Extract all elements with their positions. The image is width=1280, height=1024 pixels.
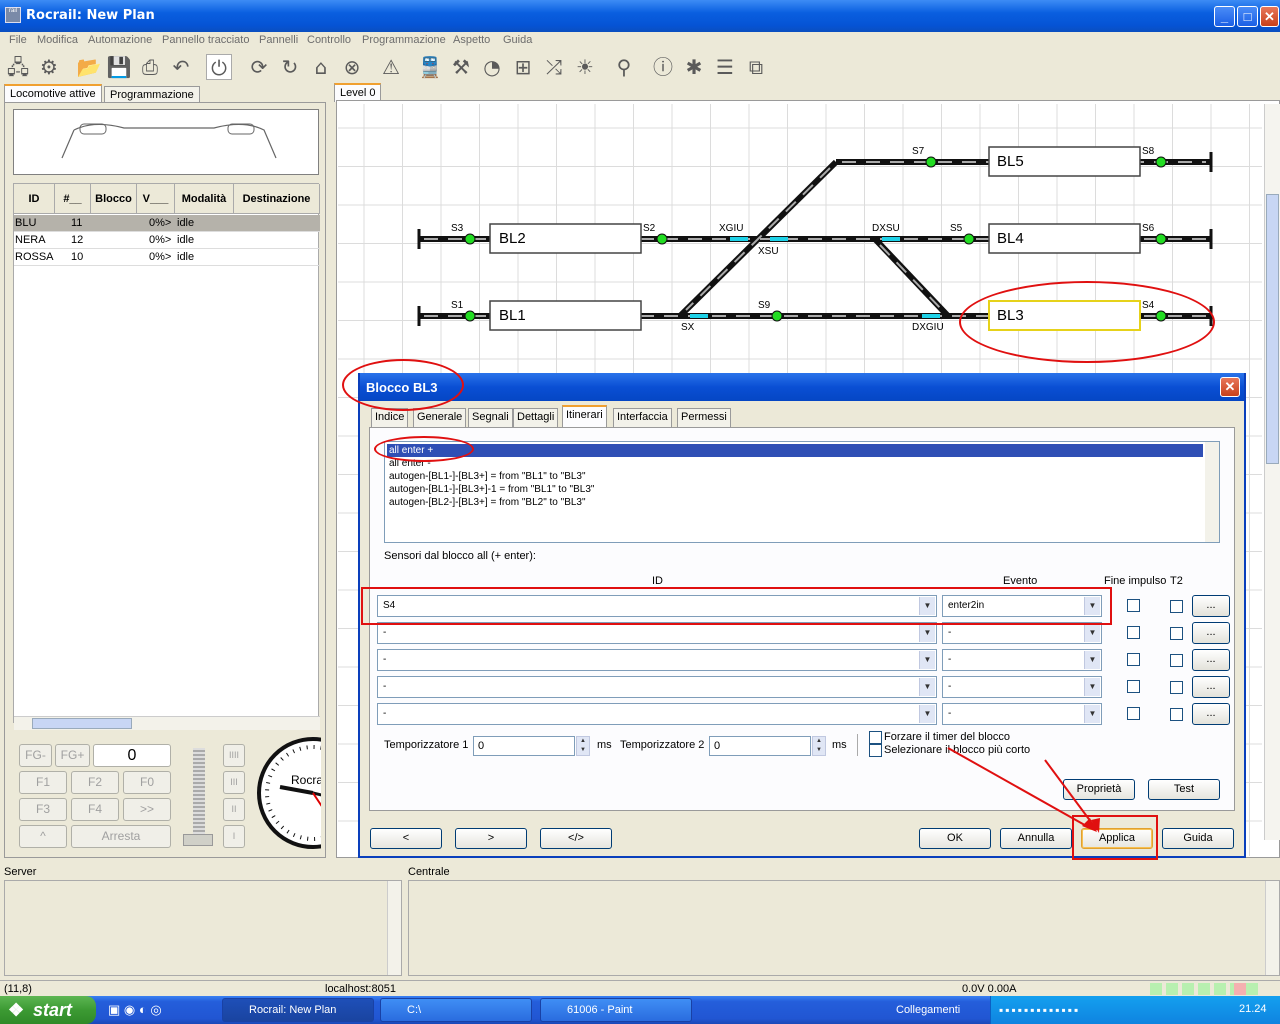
central-label: Centrale (408, 866, 450, 878)
quicklaunch-icons[interactable]: ▣ ◉ ◐ ◎ (108, 1002, 162, 1018)
server-label: Server (4, 866, 37, 878)
task-paint[interactable]: 61006 - Paint (540, 998, 692, 1022)
status-bar: (11,8) localhost:8051 0.0V 0.00A (0, 980, 1280, 996)
status-coords: (11,8) (4, 983, 32, 995)
central-log (408, 880, 1280, 976)
server-log (4, 880, 402, 976)
status-power: 0.0V 0.00A (962, 983, 1017, 995)
start-button[interactable]: ❖ start (0, 996, 96, 1024)
annotation-arrows (947, 747, 1100, 833)
links-toolbar[interactable]: Collegamenti (896, 1004, 960, 1016)
system-tray: ▪▪▪▪▪▪▪▪▪▪▪▪▪ 21.24 (990, 996, 1280, 1024)
central-log-scrollbar[interactable] (1265, 881, 1279, 975)
taskbar: ❖ start ▣ ◉ ◐ ◎ Rocrail: New Plan C:\ 61… (0, 996, 1280, 1024)
task-rocrail[interactable]: Rocrail: New Plan (222, 998, 374, 1022)
server-log-scrollbar[interactable] (387, 881, 401, 975)
windows-logo-icon: ❖ (8, 1000, 25, 1020)
task-cmd[interactable]: C:\ (380, 998, 532, 1022)
status-indicator-red (1234, 983, 1246, 995)
start-label: start (33, 1000, 73, 1020)
status-host: localhost:8051 (325, 983, 396, 995)
clock-time: 21.24 (1239, 1003, 1267, 1015)
tray-icons[interactable]: ▪▪▪▪▪▪▪▪▪▪▪▪▪ (999, 1003, 1080, 1017)
